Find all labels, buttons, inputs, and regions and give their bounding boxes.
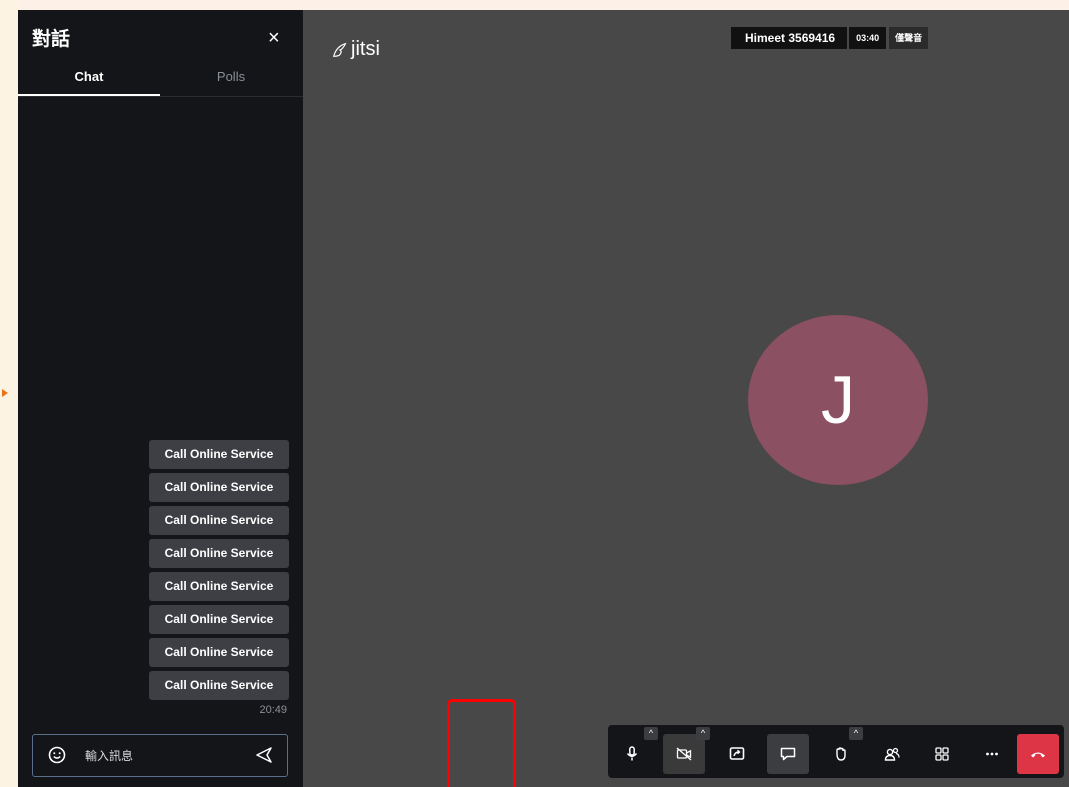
grid-icon xyxy=(935,747,949,761)
tab-chat[interactable]: Chat xyxy=(18,68,160,96)
chat-message: Call Online Service xyxy=(149,539,289,568)
page-background-strip xyxy=(0,0,1069,10)
chat-message: Call Online Service xyxy=(149,638,289,667)
hangup-icon xyxy=(1031,752,1045,758)
chat-message: Call Online Service xyxy=(149,671,289,700)
chat-icon xyxy=(780,747,796,761)
chat-button-highlight xyxy=(447,699,516,787)
screen-share-icon xyxy=(729,747,745,760)
share-screen-button[interactable] xyxy=(716,734,758,774)
chat-message: Call Online Service xyxy=(149,572,289,601)
meeting-timer: 03:40 xyxy=(847,27,887,49)
conference-info-bar: Himeet 3569416 03:40 僅聲音 xyxy=(731,27,929,49)
meeting-toolbar: ^ ^ ^ xyxy=(608,725,1064,778)
chat-message: Call Online Service xyxy=(149,440,289,469)
jitsi-logo-icon xyxy=(332,42,347,57)
emoji-icon[interactable] xyxy=(47,745,67,765)
chat-button[interactable] xyxy=(767,734,809,774)
camera-button[interactable] xyxy=(663,734,705,774)
audio-only-badge: 僅聲音 xyxy=(889,27,929,49)
message-list: Call Online Service Call Online Service … xyxy=(149,440,289,704)
chat-message: Call Online Service xyxy=(149,506,289,535)
left-gutter xyxy=(0,0,18,787)
meeting-stage: jitsi Himeet 3569416 03:40 僅聲音 J ^ ^ ^ xyxy=(303,10,1069,787)
camera-options-arrow[interactable]: ^ xyxy=(696,727,710,740)
tile-view-button[interactable] xyxy=(921,734,963,774)
close-chat-button[interactable]: × xyxy=(268,28,280,48)
chat-tabs: Chat Polls xyxy=(18,68,303,97)
tab-polls[interactable]: Polls xyxy=(160,68,302,96)
hang-up-button[interactable] xyxy=(1017,734,1059,774)
hand-icon xyxy=(836,747,846,761)
chat-message: Call Online Service xyxy=(149,473,289,502)
microphone-button[interactable] xyxy=(611,734,653,774)
raise-hand-button[interactable] xyxy=(820,734,862,774)
mic-options-arrow[interactable]: ^ xyxy=(644,727,658,740)
participants-button[interactable] xyxy=(871,734,913,774)
pointer-arrow-icon xyxy=(2,389,8,397)
message-timestamp: 20:49 xyxy=(259,704,287,716)
mic-icon xyxy=(626,746,638,761)
send-icon[interactable] xyxy=(255,746,273,764)
chat-message: Call Online Service xyxy=(149,605,289,634)
message-input[interactable]: 輸入訊息 xyxy=(85,747,133,764)
participants-icon xyxy=(884,747,900,761)
more-icon xyxy=(986,752,998,756)
chat-header: 對話 × xyxy=(18,10,303,66)
jitsi-logo: jitsi xyxy=(331,38,380,61)
video-off-icon xyxy=(676,747,692,761)
meeting-name: Himeet 3569416 xyxy=(731,27,848,49)
jitsi-logo-text: jitsi xyxy=(351,38,380,60)
reactions-options-arrow[interactable]: ^ xyxy=(849,727,863,740)
message-input-box[interactable]: 輸入訊息 xyxy=(32,734,288,777)
more-actions-button[interactable] xyxy=(971,734,1013,774)
chat-title: 對話 xyxy=(32,29,71,50)
participant-avatar: J xyxy=(748,315,928,485)
chat-panel: 對話 × Chat Polls Call Online Service Call… xyxy=(18,10,303,787)
